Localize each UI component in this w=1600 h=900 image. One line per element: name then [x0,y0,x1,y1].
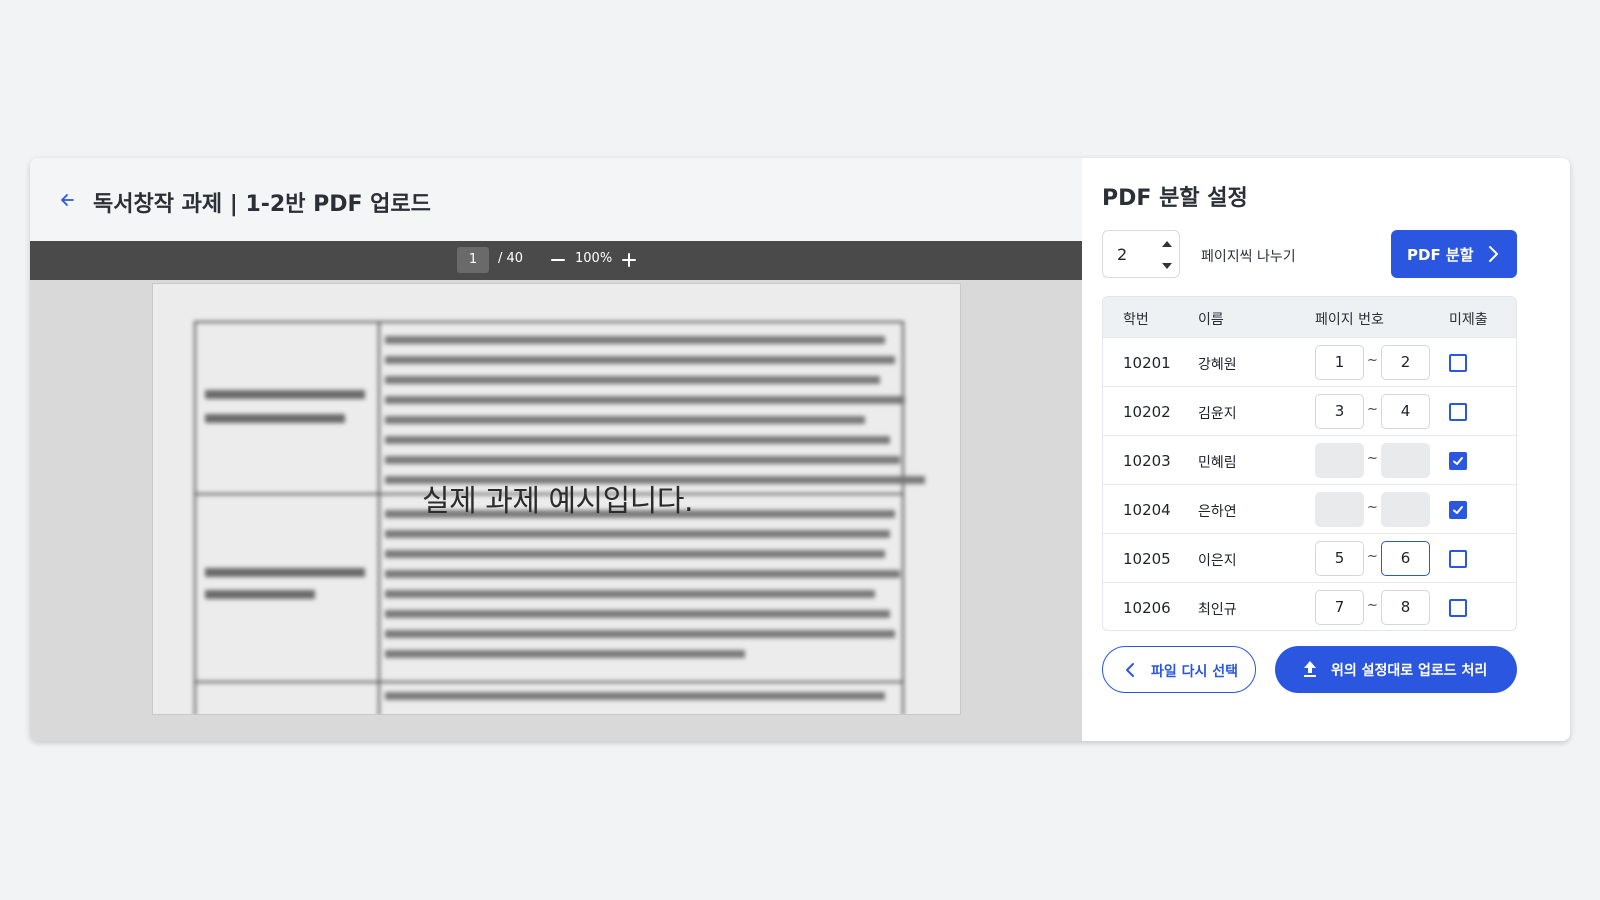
page-from-input[interactable]: 3 [1315,394,1364,429]
column-header-not-submitted: 미제출 [1449,312,1488,328]
student-name: 은하연 [1198,504,1237,520]
page-to-input[interactable]: 8 [1381,590,1430,625]
page-to-input[interactable]: 4 [1381,394,1430,429]
reselect-file-label: 파일 다시 선택 [1151,664,1239,680]
caret-down-icon[interactable] [1161,261,1173,271]
not-submitted-checkbox[interactable] [1449,452,1467,470]
current-page-input[interactable]: 1 [457,247,489,273]
page-from-input[interactable]: 7 [1315,590,1364,625]
not-submitted-checkbox[interactable] [1449,403,1467,421]
page-title: 독서창작 과제 | 1-2반 PDF 업로드 [93,192,431,217]
table-row: 10202 김윤지 3 ~ 4 [1103,386,1516,435]
zoom-level: 100% [575,251,613,266]
panel-title: PDF 분할 설정 [1102,186,1248,211]
page-to-input [1381,443,1430,478]
page-from-input[interactable]: 5 [1315,541,1364,576]
student-name: 민혜림 [1198,455,1237,471]
pdf-canvas[interactable]: 실제 과제 예시입니다. [30,280,1082,741]
upload-window: 독서창작 과제 | 1-2반 PDF 업로드 1 / 40 100% 실제 과제… [30,158,1570,741]
student-page-table: 학번 이름 페이지 번호 미제출 10201 강혜원 1 ~ 2 10202 김… [1102,296,1517,631]
table-row: 10201 강혜원 1 ~ 2 [1103,337,1516,386]
column-header-name: 이름 [1198,312,1224,328]
page-to-input[interactable]: 6 [1381,541,1430,576]
not-submitted-checkbox[interactable] [1449,501,1467,519]
table-header: 학번 이름 페이지 번호 미제출 [1103,297,1516,337]
student-id: 10202 [1123,403,1171,421]
pages-per-split-value[interactable]: 2 [1117,245,1127,264]
chevron-right-icon [1489,246,1498,262]
upload-submit-button[interactable]: 위의 설정대로 업로드 처리 [1275,646,1517,693]
page-header: 독서창작 과제 | 1-2반 PDF 업로드 [30,158,1082,241]
page-from-input [1315,443,1364,478]
pdf-split-button[interactable]: PDF 분할 [1391,230,1517,278]
page-from-input [1315,492,1364,527]
total-pages: / 40 [498,251,524,266]
table-row: 10204 은하연 ~ [1103,484,1516,533]
student-id: 10203 [1123,452,1171,470]
pdf-viewer-pane: 독서창작 과제 | 1-2반 PDF 업로드 1 / 40 100% 실제 과제… [30,158,1082,741]
range-separator: ~ [1367,549,1378,564]
arrow-left-icon[interactable] [58,191,76,209]
page-to-input[interactable]: 2 [1381,345,1430,380]
range-separator: ~ [1367,353,1378,368]
not-submitted-checkbox[interactable] [1449,354,1467,372]
page-from-input[interactable]: 1 [1315,345,1364,380]
range-separator: ~ [1367,500,1378,515]
student-name: 김윤지 [1198,406,1237,422]
table-row: 10206 최인규 7 ~ 8 [1103,582,1516,630]
reselect-file-button[interactable]: 파일 다시 선택 [1102,646,1256,693]
not-submitted-checkbox[interactable] [1449,599,1467,617]
range-separator: ~ [1367,451,1378,466]
plus-icon[interactable] [618,249,640,271]
split-settings-panel: PDF 분할 설정 2 페이지씩 나누기 PDF 분할 학번 이름 페이지 번호… [1082,158,1570,741]
pages-per-split-label: 페이지씩 나누기 [1201,249,1296,265]
pages-per-split-stepper[interactable]: 2 [1102,230,1180,278]
column-header-page-range: 페이지 번호 [1315,312,1384,328]
table-row: 10205 이은지 5 ~ 6 [1103,533,1516,582]
column-header-student-id: 학번 [1123,312,1149,328]
example-notice-text: 실제 과제 예시입니다. [421,484,694,519]
upload-submit-label: 위의 설정대로 업로드 처리 [1331,663,1488,679]
checkmark-icon [1453,506,1463,514]
range-separator: ~ [1367,402,1378,417]
not-submitted-checkbox[interactable] [1449,550,1467,568]
upload-icon [1304,661,1316,677]
student-id: 10204 [1123,501,1171,519]
page-to-input [1381,492,1430,527]
student-name: 강혜원 [1198,357,1237,373]
student-id: 10206 [1123,599,1171,617]
minus-icon[interactable] [547,249,569,271]
student-name: 최인규 [1198,602,1237,618]
pdf-split-button-label: PDF 분할 [1407,246,1474,264]
student-name: 이은지 [1198,553,1237,569]
student-id: 10205 [1123,550,1171,568]
student-id: 10201 [1123,354,1171,372]
table-row: 10203 민혜림 ~ [1103,435,1516,484]
caret-up-icon[interactable] [1161,239,1173,249]
chevron-left-icon [1126,663,1134,677]
pdf-page: 실제 과제 예시입니다. [152,283,961,715]
pdf-toolbar: 1 / 40 100% [30,241,1082,280]
range-separator: ~ [1367,598,1378,613]
checkmark-icon [1453,457,1463,465]
